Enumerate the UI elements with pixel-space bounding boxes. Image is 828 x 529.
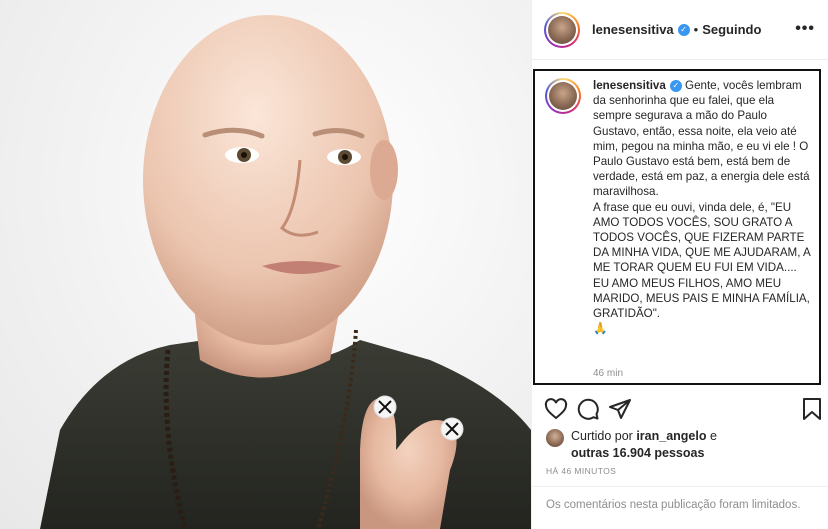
comment-icon[interactable]: [576, 397, 600, 421]
caption-avatar[interactable]: [545, 78, 581, 114]
header-separator: •: [693, 22, 699, 37]
verified-badge-icon: ✓: [677, 23, 690, 36]
action-bar: [544, 397, 821, 423]
heart-icon[interactable]: [544, 397, 568, 421]
more-options-icon[interactable]: •••: [795, 21, 815, 37]
author-avatar[interactable]: [544, 11, 580, 48]
likes-prefix: Curtido por: [571, 429, 637, 443]
bookmark-icon[interactable]: [800, 397, 824, 421]
follow-status-button[interactable]: Seguindo: [702, 22, 761, 37]
caption-time[interactable]: 46 min: [593, 368, 623, 379]
portrait-image: [40, 15, 531, 529]
likes-others[interactable]: outras 16.904 pessoas: [571, 446, 704, 460]
instagram-post: lenesensitiva ✓ • Seguindo ••• lenesensi…: [0, 0, 828, 529]
comments-limited-notice: Os comentários nesta publicação foram li…: [532, 486, 828, 529]
post-photo[interactable]: [0, 0, 531, 529]
caption-text: lenesensitiva ✓ Gente, vocês lembram da s…: [593, 78, 813, 336]
post-header: lenesensitiva ✓ • Seguindo •••: [532, 0, 828, 60]
caption-container: lenesensitiva ✓ Gente, vocês lembram da s…: [533, 69, 821, 385]
post-timestamp[interactable]: HÁ 46 MINUTOS: [546, 466, 616, 476]
likes-middle: e: [706, 429, 717, 443]
likes-summary: Curtido por iran_angelo e outras 16.904 …: [546, 428, 717, 462]
share-icon[interactable]: [608, 397, 632, 421]
caption-verified-badge-icon: ✓: [669, 79, 682, 92]
caption-username[interactable]: lenesensitiva: [593, 79, 666, 92]
liker-username[interactable]: iran_angelo: [636, 429, 706, 443]
author-username[interactable]: lenesensitiva: [592, 22, 674, 37]
caption-body: Gente, vocês lembram da senhorinha que e…: [593, 79, 811, 336]
liker-avatar[interactable]: [546, 429, 564, 447]
post-side-panel: lenesensitiva ✓ • Seguindo ••• lenesensi…: [531, 0, 828, 529]
